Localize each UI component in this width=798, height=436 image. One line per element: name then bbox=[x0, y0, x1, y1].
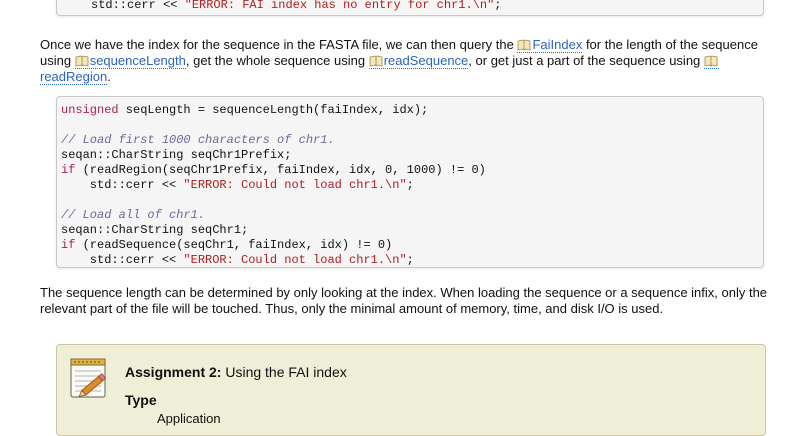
code-text: std::cerr << bbox=[61, 253, 184, 267]
code-line: seqan::CharString seqChr1; bbox=[61, 223, 249, 237]
code-line: if (readSequence(seqChr1, faiIndex, idx)… bbox=[61, 238, 763, 253]
paragraph-sequence-length: The sequence length can be determined by… bbox=[40, 285, 768, 316]
paragraph-index-query: Once we have the index for the sequence … bbox=[40, 37, 780, 85]
code-text: ; bbox=[406, 178, 414, 192]
code-string: "ERROR: FAI index has no entry for chr1.… bbox=[184, 0, 495, 12]
code-block: unsigned seqLength = sequenceLength(faiI… bbox=[56, 96, 764, 268]
code-keyword: if bbox=[61, 163, 76, 177]
link-label: sequenceLength bbox=[89, 53, 186, 68]
assignment-title: Assignment 2: Using the FAI index bbox=[125, 364, 347, 380]
code-line: seqan::CharString seqChr1Prefix; bbox=[61, 148, 292, 162]
code-text: ; bbox=[494, 0, 502, 12]
type-value: Application bbox=[157, 411, 221, 426]
paragraph-text: , get the whole sequence using bbox=[185, 53, 369, 68]
code-line: if (readRegion(seqChr1Prefix, faiIndex, … bbox=[61, 163, 763, 178]
code-keyword: if bbox=[61, 238, 76, 252]
link-label: FaiIndex bbox=[532, 37, 583, 52]
code-line: std::cerr << "ERROR: Could not load chr1… bbox=[61, 178, 763, 193]
assignment-box: Assignment 2: Using the FAI index Type A… bbox=[56, 344, 766, 436]
code-text: std::cerr << bbox=[91, 0, 185, 12]
code-text: ; bbox=[406, 253, 414, 267]
code-text: std::cerr << bbox=[61, 178, 184, 192]
book-icon bbox=[369, 55, 383, 67]
code-text: (readSequence(seqChr1, faiIndex, idx) !=… bbox=[75, 238, 393, 252]
type-label: Type bbox=[125, 392, 157, 408]
code-keyword: unsigned bbox=[61, 103, 119, 117]
code-string: "ERROR: Could not load chr1.\n" bbox=[183, 178, 407, 192]
paragraph-text: Once we have the index for the sequence … bbox=[40, 37, 518, 52]
link-label: readRegion bbox=[40, 69, 108, 84]
code-comment: // Load all of chr1. bbox=[61, 208, 206, 222]
code-text: (readRegion(seqChr1Prefix, faiIndex, idx… bbox=[75, 163, 486, 177]
code-line: unsigned seqLength = sequenceLength(faiI… bbox=[61, 103, 763, 118]
faiindex-link[interactable]: FaiIndex bbox=[517, 37, 583, 53]
code-line: std::cerr << "ERROR: Could not load chr1… bbox=[61, 253, 763, 268]
code-string: "ERROR: Could not load chr1.\n" bbox=[183, 253, 407, 267]
book-icon bbox=[75, 55, 89, 67]
code-line: std::cerr << "ERROR: FAI index has no en… bbox=[91, 0, 763, 13]
code-text: seqLength = sequenceLength(faiIndex, idx… bbox=[118, 103, 429, 117]
assignment-number: Assignment 2: bbox=[125, 364, 222, 380]
sequencelength-link[interactable]: sequenceLength bbox=[74, 53, 186, 69]
code-comment: // Load first 1000 characters of chr1. bbox=[61, 133, 335, 147]
paragraph-text: . bbox=[107, 69, 111, 84]
notepad-pencil-icon bbox=[70, 358, 107, 398]
paragraph-text: , or get just a part of the sequence usi… bbox=[468, 53, 704, 68]
book-icon bbox=[704, 55, 718, 67]
code-block-top: std::cerr << "ERROR: FAI index has no en… bbox=[56, 0, 764, 16]
readsequence-link[interactable]: readSequence bbox=[368, 53, 469, 69]
book-icon bbox=[518, 39, 531, 51]
assignment-name: Using the FAI index bbox=[221, 364, 347, 380]
link-label: readSequence bbox=[383, 53, 469, 68]
